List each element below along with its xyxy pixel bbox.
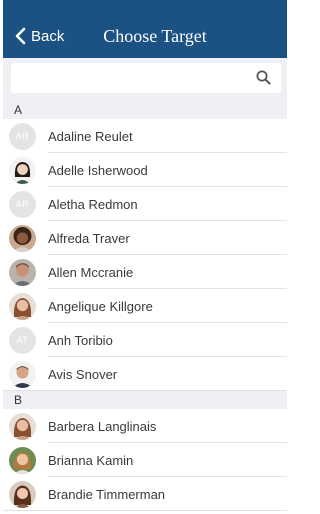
contact-row[interactable]: Angelique Killgore — [3, 289, 287, 323]
avatar-initials: AR — [9, 122, 36, 150]
section-header-b: B — [3, 391, 287, 409]
search-input[interactable] — [11, 63, 257, 93]
contact-row[interactable]: Brandie Timmerman — [3, 477, 287, 511]
contact-list: A AR Adaline Reulet Adelle Isherwood AR Aleth… — [3, 101, 287, 511]
search-box[interactable] — [11, 63, 281, 93]
contact-row[interactable]: Brianna Kamin — [3, 443, 287, 477]
contact-row[interactable]: Avis Snover — [3, 357, 287, 391]
contact-name: Allen Mccranie — [48, 264, 134, 280]
section-header-a: A — [3, 101, 287, 119]
contact-name: Adelle Isherwood — [48, 162, 148, 178]
contact-name: Avis Snover — [48, 366, 118, 382]
avatar-photo — [9, 292, 36, 320]
contact-name: Angelique Killgore — [48, 298, 153, 314]
avatar-photo — [9, 224, 36, 252]
contact-name: Brianna Kamin — [48, 452, 134, 468]
contact-row[interactable]: AT Anh Toribio — [3, 323, 287, 357]
avatar-initials: AT — [9, 326, 36, 354]
contact-row[interactable]: Alfreda Traver — [3, 221, 287, 255]
contact-row[interactable]: AR Aletha Redmon — [3, 187, 287, 221]
avatar-initials: AR — [9, 190, 36, 218]
avatar-photo — [9, 156, 36, 184]
avatar-photo — [9, 258, 36, 286]
contact-name: Alfreda Traver — [48, 230, 130, 246]
search-icon[interactable] — [256, 70, 271, 85]
search-bar — [3, 58, 287, 101]
contact-name: Adaline Reulet — [48, 128, 133, 144]
contact-row[interactable]: Barbera Langlinais — [3, 409, 287, 443]
avatar-photo — [9, 480, 36, 508]
contact-name: Barbera Langlinais — [48, 418, 157, 434]
contact-name: Anh Toribio — [48, 332, 113, 348]
avatar-photo — [9, 412, 36, 440]
contact-name: Aletha Redmon — [48, 196, 138, 212]
page-title: Choose Target — [103, 26, 207, 46]
avatar-photo — [9, 360, 36, 388]
contact-row[interactable]: Allen Mccranie — [3, 255, 287, 289]
contact-name: Brandie Timmerman — [48, 486, 166, 502]
avatar-photo — [9, 446, 36, 474]
contact-row[interactable]: AR Adaline Reulet — [3, 119, 287, 153]
contact-row[interactable]: Adelle Isherwood — [3, 153, 287, 187]
navigation-bar: Back Choose Target — [3, 0, 287, 58]
